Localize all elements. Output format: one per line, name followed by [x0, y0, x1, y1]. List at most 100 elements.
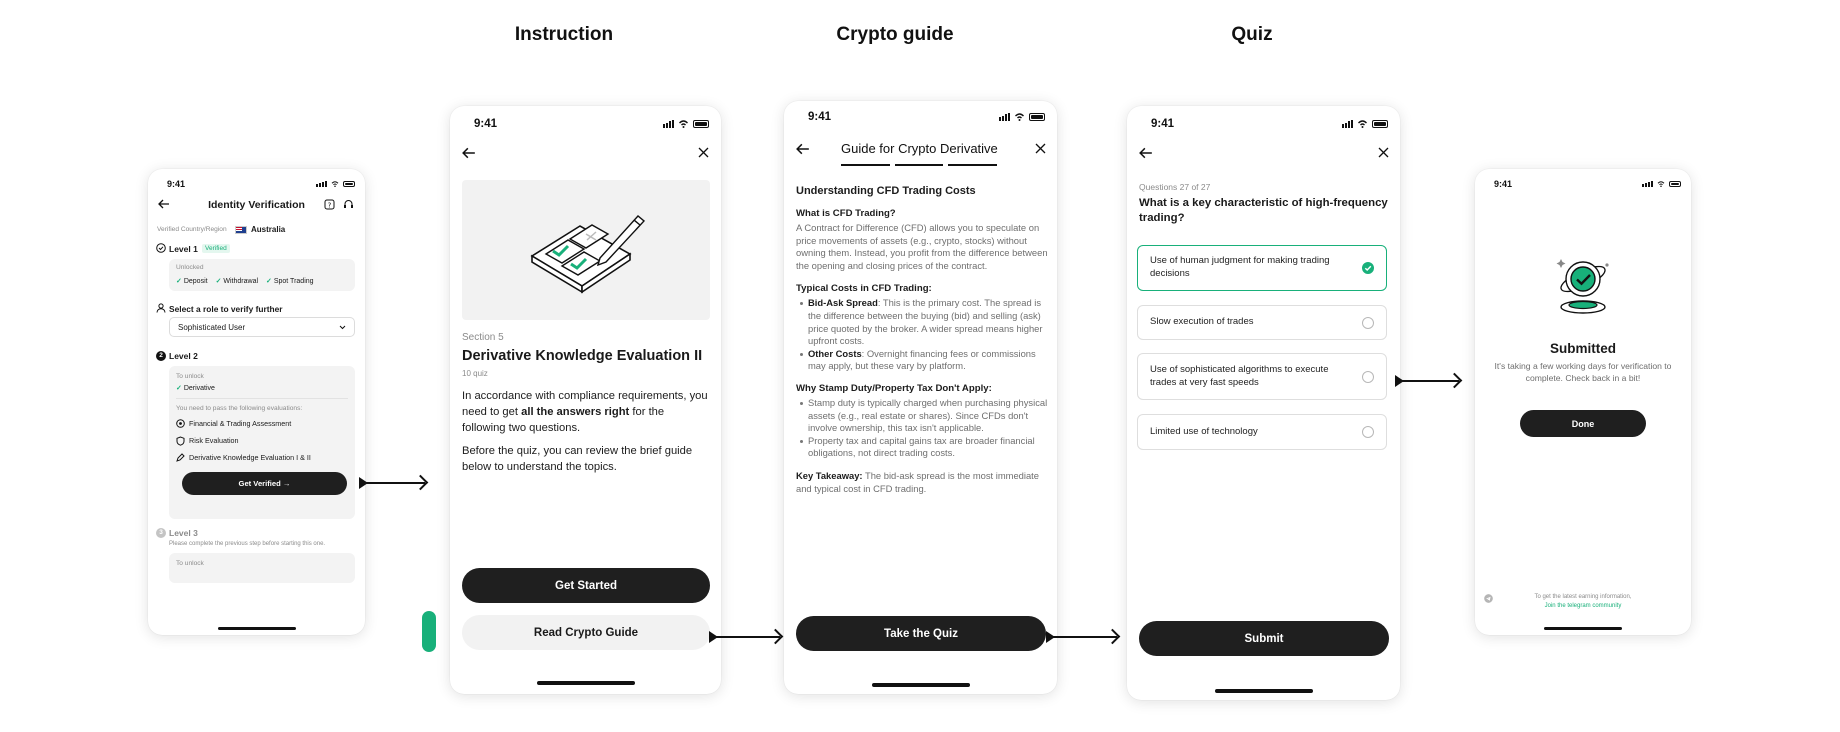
back-arrow-icon[interactable] [796, 143, 810, 155]
progress-tab [948, 164, 997, 166]
wifi-icon [1657, 181, 1665, 187]
submitted-screen: 9:41 Submitted It's taking a few working… [1475, 169, 1691, 635]
evaluation-item: Risk Evaluation [189, 436, 239, 445]
perk-spot-trading: ✓ Spot Trading [266, 278, 314, 285]
radio-unchecked-icon [1362, 316, 1374, 329]
signal-icon [663, 120, 674, 128]
status-time: 9:41 [1151, 118, 1175, 130]
success-badge-illustration [1556, 259, 1609, 314]
answer-option[interactable]: Limited use of technology [1137, 414, 1387, 450]
footer-text: To get the latest earning information, [1534, 594, 1632, 600]
flow-arrow [709, 631, 780, 643]
answer-option-label: Limited use of technology [1150, 425, 1258, 437]
status-icons [1342, 120, 1388, 128]
guide-question-3: Why Stamp Duty/Property Tax Don't Apply: [796, 382, 992, 394]
get-verified-button[interactable]: Get Verified → [182, 472, 347, 495]
status-time: 9:41 [1494, 179, 1513, 189]
home-indicator [1214, 689, 1313, 693]
instruction-paragraph: In accordance with compliance requiremen… [462, 390, 708, 434]
help-icon[interactable]: ? [324, 199, 335, 210]
close-icon[interactable] [698, 147, 709, 158]
level3-box [169, 553, 355, 583]
target-icon [176, 419, 185, 428]
scroll-indicator [422, 611, 436, 652]
home-indicator [871, 683, 970, 687]
take-quiz-button[interactable]: Take the Quiz [796, 616, 1046, 651]
submitted-title: Submitted [1550, 341, 1616, 356]
submit-button[interactable]: Submit [1139, 621, 1389, 656]
signal-icon [316, 181, 327, 187]
guide-bullet: Stamp duty is typically charged when pur… [796, 397, 1048, 435]
evaluations-note: You need to pass the following evaluatio… [176, 405, 303, 412]
battery-icon [1669, 181, 1681, 187]
perk-deposit: ✓ Deposit [176, 278, 208, 285]
close-icon[interactable] [1378, 147, 1389, 158]
get-started-button[interactable]: Get Started [462, 568, 710, 603]
answer-option[interactable]: Use of sophisticated algorithms to execu… [1137, 353, 1387, 400]
flow-arrow [1046, 631, 1117, 643]
status-icons [1642, 181, 1681, 187]
guide-bullet: Other Costs: Overnight financing fees or… [796, 348, 1048, 373]
radio-checked-icon [1362, 262, 1374, 274]
verified-badge: Verified [202, 244, 230, 253]
role-select[interactable]: Sophisticated User [169, 317, 355, 337]
status-time: 9:41 [474, 118, 498, 130]
answer-option[interactable]: Use of human judgment for making trading… [1137, 245, 1387, 291]
telegram-community-link[interactable]: Join the telegram community [1475, 603, 1691, 609]
progress-tabs [841, 164, 997, 166]
shield-icon [176, 436, 185, 446]
level1-title: Level 1 [169, 244, 198, 254]
radio-unchecked-icon [1362, 426, 1374, 438]
question-text: What is a key characteristic of high-fre… [1139, 197, 1388, 224]
divider [176, 398, 348, 399]
signal-icon [1342, 120, 1353, 128]
done-button[interactable]: Done [1520, 410, 1646, 437]
pencil-icon [176, 453, 185, 462]
section-title-quiz: Quiz [1231, 24, 1273, 45]
flow-arrow [1395, 375, 1459, 387]
home-indicator [536, 681, 635, 685]
guide-question-2: Typical Costs in CFD Trading: [796, 283, 932, 295]
quiz-count: 10 quiz [462, 369, 488, 378]
level3-title: Level 3 [169, 528, 198, 538]
unlock-item: ✓ Derivative [176, 385, 215, 392]
crypto-guide-screen: 9:41 Guide for Crypto Derivative Underst… [784, 101, 1057, 694]
status-time: 9:41 [167, 179, 186, 189]
battery-icon [1029, 113, 1045, 121]
guide-bullet: Bid-Ask Spread: This is the primary cost… [796, 297, 1048, 347]
support-icon[interactable] [343, 199, 354, 210]
level3-number: 3 [156, 528, 166, 538]
level2-number: 2 [156, 351, 166, 361]
chevron-down-icon [339, 325, 346, 330]
evaluation-item: Financial & Trading Assessment [189, 419, 292, 428]
guide-content: Understanding CFD Trading Costs What is … [796, 185, 1048, 495]
progress-tab [841, 164, 890, 166]
signal-icon [999, 113, 1010, 121]
status-time: 9:41 [808, 111, 832, 123]
level2-title: Level 2 [169, 351, 198, 361]
battery-icon [1372, 120, 1388, 128]
battery-icon [693, 120, 709, 128]
back-arrow-icon[interactable] [462, 147, 476, 159]
role-prompt: Select a role to verify further [169, 304, 283, 314]
role-select-value: Sophisticated User [178, 323, 246, 332]
signal-icon [1642, 181, 1653, 187]
level3-note: Please complete the previous step before… [169, 541, 326, 547]
guide-paragraph-1: A Contract for Difference (CFD) allows y… [796, 222, 1048, 271]
flow-arrow [359, 477, 425, 489]
answer-option[interactable]: Slow execution of trades [1137, 305, 1387, 340]
country-value: Australia [251, 225, 286, 234]
section-title-crypto-guide: Crypto guide [836, 24, 954, 45]
read-crypto-guide-button[interactable]: Read Crypto Guide [462, 615, 710, 650]
to-unlock-label: To unlock [176, 373, 204, 380]
wifi-icon [331, 181, 339, 187]
unlocked-label: Unlocked [176, 264, 204, 271]
svg-text:?: ? [328, 201, 332, 209]
back-arrow-icon[interactable] [1139, 147, 1153, 159]
identity-verification-screen: 9:41 Identity Verification ? Verified Co… [148, 169, 365, 635]
close-icon[interactable] [1035, 143, 1046, 154]
guide-hint-paragraph: Before the quiz, you can review the brie… [462, 445, 693, 473]
illustration-panel [462, 180, 710, 320]
radio-unchecked-icon [1362, 370, 1374, 383]
answer-option-label: Use of sophisticated algorithms to execu… [1150, 363, 1329, 388]
